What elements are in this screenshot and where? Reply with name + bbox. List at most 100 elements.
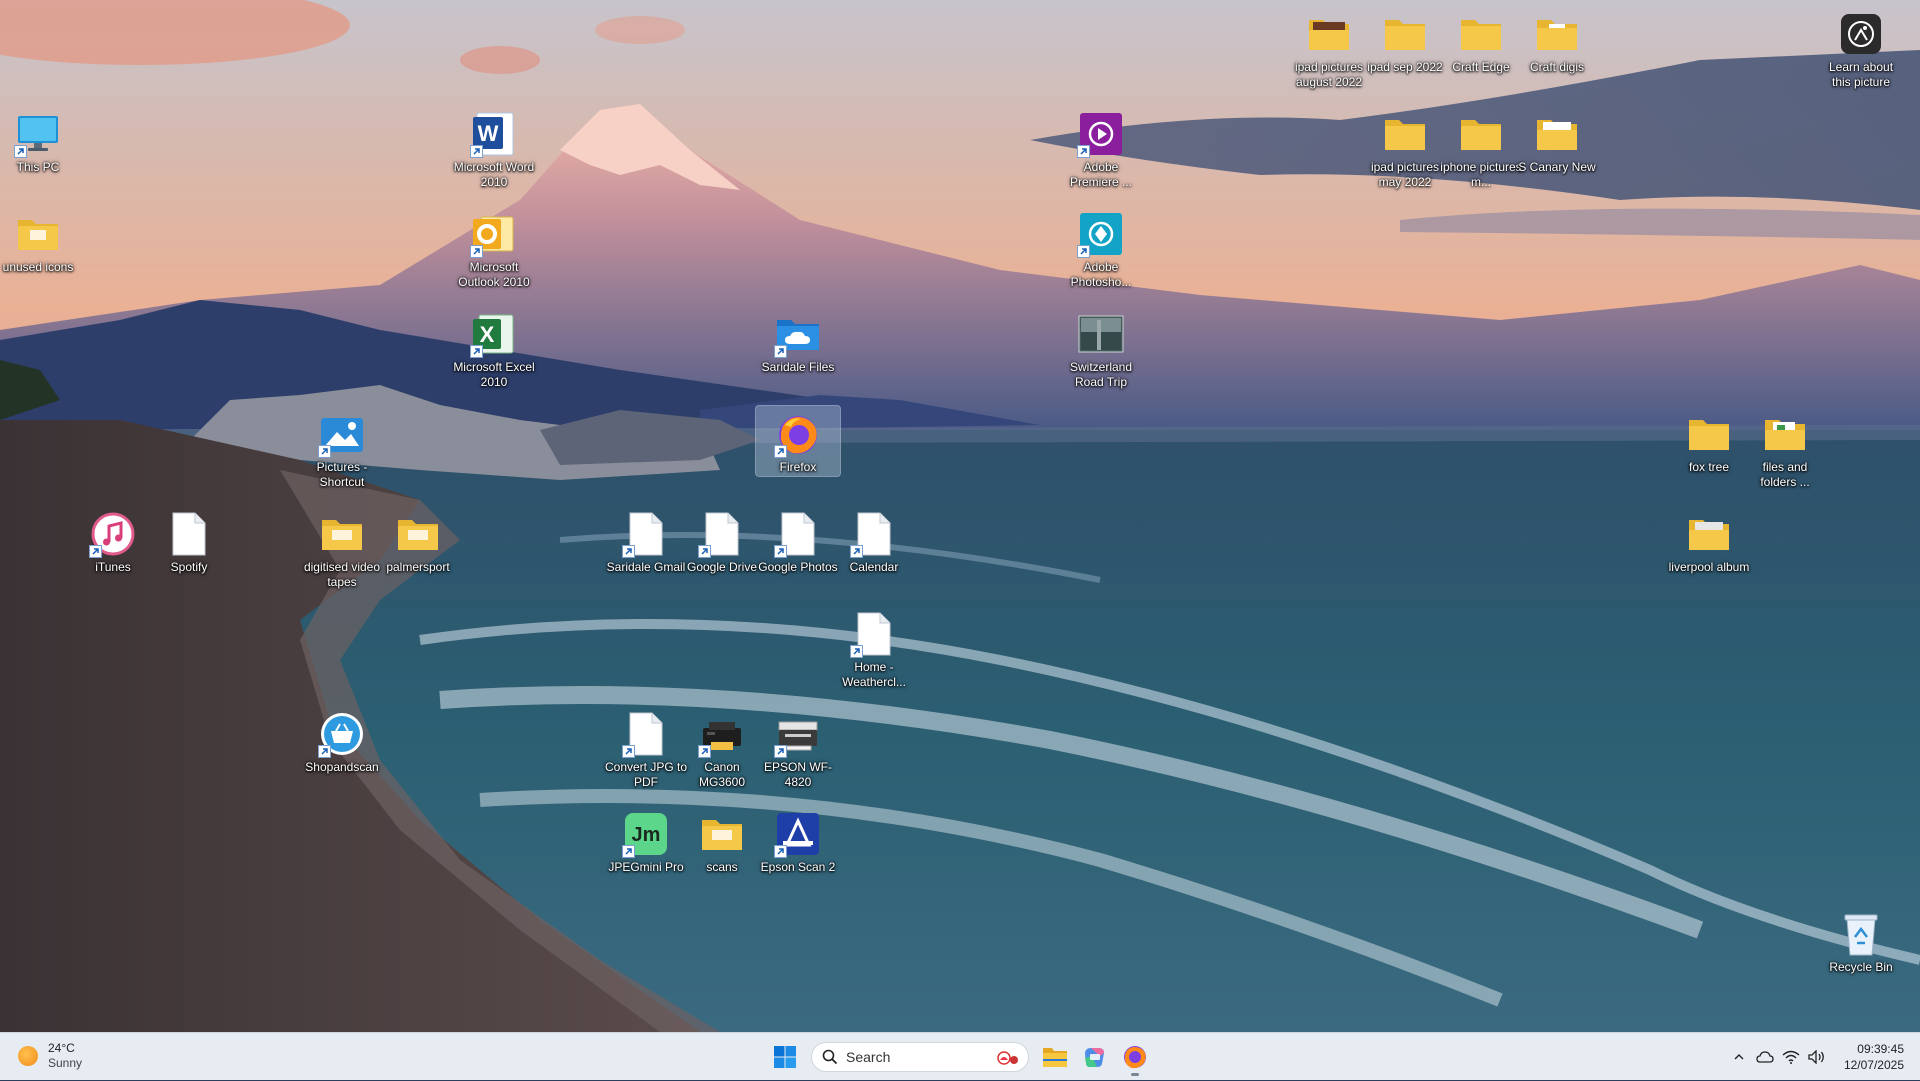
desktop-icon-label: Microsoft Word 2010 bbox=[453, 160, 535, 189]
desktop-icon-learn-picture[interactable]: Learn about this picture bbox=[1819, 6, 1903, 89]
show-hidden-icons-button[interactable] bbox=[1727, 1045, 1751, 1069]
shortcut-arrow-icon bbox=[1077, 245, 1090, 258]
desktop-icon-recycle-bin[interactable]: Recycle Bin bbox=[1819, 906, 1903, 975]
shortcut-arrow-icon bbox=[89, 545, 102, 558]
desktop-icon-label: ipad pictures august 2022 bbox=[1294, 60, 1364, 89]
desktop-icon-calendar[interactable]: Calendar bbox=[832, 506, 916, 575]
desktop-icon-label: scans bbox=[706, 860, 738, 874]
desktop-icon-photoshop[interactable]: Adobe Photosho... bbox=[1059, 206, 1143, 289]
desktop-icon-label: iphone pictures m... bbox=[1440, 160, 1522, 189]
desktop-icon-label: ipad sep 2022 bbox=[1367, 60, 1443, 74]
desktop-icon-google-drive[interactable]: Google Drive bbox=[680, 506, 764, 575]
desktop-icon-premiere[interactable]: Adobe Premiere ... bbox=[1059, 106, 1143, 189]
firefox-icon bbox=[1124, 1046, 1146, 1069]
desktop-icon-scans[interactable]: scans bbox=[680, 806, 764, 875]
desktop-icon-home-weather[interactable]: Home - Weathercl... bbox=[832, 606, 916, 689]
shortcut-arrow-icon bbox=[622, 545, 635, 558]
desktop-icon-fox-tree[interactable]: fox tree bbox=[1667, 406, 1751, 475]
desktop-icon-canon[interactable]: Canon MG3600 bbox=[680, 706, 764, 789]
folder-icon bbox=[1689, 420, 1729, 450]
desktop-icon-label: Microsoft Outlook 2010 bbox=[458, 260, 530, 289]
desktop-icon-label: ipad pictures may 2022 bbox=[1370, 160, 1440, 189]
desktop-icon-s-canary[interactable]: S Canary New bbox=[1515, 106, 1599, 175]
desktop-icon-label: Learn about this picture bbox=[1828, 60, 1894, 89]
desktop-icon-label: Craft Edge bbox=[1452, 60, 1510, 74]
recycle-bin-icon bbox=[1844, 914, 1878, 956]
folder-icon bbox=[1461, 120, 1501, 150]
desktop-icon-liverpool[interactable]: liverpool album bbox=[1667, 506, 1751, 575]
search-icon bbox=[822, 1049, 838, 1065]
desktop-icon-files-folders[interactable]: files and folders ... bbox=[1743, 406, 1827, 489]
desktop-icon-itunes[interactable]: iTunes bbox=[71, 506, 155, 575]
clock-time: 09:39:45 bbox=[1857, 1042, 1904, 1056]
desktop-icon-label: Spotify bbox=[170, 560, 208, 574]
folder-icon bbox=[322, 520, 362, 550]
folder-icon bbox=[1689, 520, 1729, 550]
desktop-icon-word[interactable]: W Microsoft Word 2010 bbox=[452, 106, 536, 189]
file-explorer-icon bbox=[1043, 1048, 1067, 1067]
desktop-wallpaper bbox=[0, 0, 1920, 1032]
clock-date: 12/07/2025 bbox=[1843, 1058, 1904, 1072]
desktop-icon-digitised-video-tapes[interactable]: digitised video tapes bbox=[300, 506, 384, 589]
desktop-icon-label: Craft digis bbox=[1529, 60, 1585, 74]
onedrive-button[interactable] bbox=[1753, 1045, 1777, 1069]
shortcut-arrow-icon bbox=[470, 345, 483, 358]
desktop-icon-convert-jpg[interactable]: Convert JPG to PDF bbox=[604, 706, 688, 789]
desktop-icon-pictures-shortcut[interactable]: Pictures - Shortcut bbox=[300, 406, 384, 489]
desktop-icon-ipad-sep[interactable]: ipad sep 2022 bbox=[1363, 6, 1447, 75]
desktop-icon-craft-edge[interactable]: Craft Edge bbox=[1439, 6, 1523, 75]
desktop-icon-spotify[interactable]: Spotify bbox=[147, 506, 231, 575]
desktop-icon-jpegmini[interactable]: Jm JPEGmini Pro bbox=[604, 806, 688, 875]
desktop-icon-epson-scan[interactable]: Epson Scan 2 bbox=[756, 806, 840, 875]
taskbar: 24°C Sunny Search 09:39:45 12/07/2025 bbox=[0, 1032, 1920, 1080]
desktop-icon-iphone-pics[interactable]: iphone pictures m... bbox=[1439, 106, 1523, 189]
onedrive-icon bbox=[1756, 1051, 1774, 1063]
taskbar-m365-copilot[interactable] bbox=[1075, 1037, 1115, 1077]
desktop-icon-google-photos[interactable]: Google Photos bbox=[756, 506, 840, 575]
desktop-icon-saridale-files[interactable]: Saridale Files bbox=[756, 306, 840, 375]
running-indicator bbox=[1131, 1073, 1139, 1076]
desktop-icon-label: digitised video tapes bbox=[303, 560, 381, 589]
desktop-icon-label: unused icons bbox=[2, 260, 74, 274]
shortcut-arrow-icon bbox=[850, 645, 863, 658]
svg-text:W: W bbox=[478, 121, 499, 146]
desktop-icon-label: Google Photos bbox=[758, 560, 838, 574]
taskbar-search[interactable]: Search bbox=[811, 1042, 1029, 1072]
folder-icon bbox=[1385, 120, 1425, 150]
desktop-icon-palmersport[interactable]: palmersport bbox=[376, 506, 460, 575]
taskbar-firefox[interactable] bbox=[1115, 1037, 1155, 1077]
desktop-icon-craft-digis[interactable]: Craft digis bbox=[1515, 6, 1599, 75]
folder-icon bbox=[18, 220, 58, 250]
desktop-icon-firefox[interactable]: Firefox bbox=[755, 405, 841, 477]
desktop-icon-label: fox tree bbox=[1688, 460, 1730, 474]
desktop-icon-ipad-may[interactable]: ipad pictures may 2022 bbox=[1363, 106, 1447, 189]
desktop-icon-excel[interactable]: X Microsoft Excel 2010 bbox=[452, 306, 536, 389]
start-button[interactable] bbox=[765, 1037, 805, 1077]
desktop-icon-unused-icons[interactable]: unused icons bbox=[0, 206, 80, 275]
volume-button[interactable] bbox=[1805, 1045, 1829, 1069]
desktop-icon-outlook[interactable]: Microsoft Outlook 2010 bbox=[452, 206, 536, 289]
spotlight-camera-icon bbox=[1841, 14, 1881, 54]
desktop-icon-label: Saridale Gmail bbox=[606, 560, 686, 574]
desktop-icon-shopandscan[interactable]: Shopandscan bbox=[300, 706, 384, 775]
desktop-icon-label: liverpool album bbox=[1668, 560, 1750, 574]
taskbar-file-explorer[interactable] bbox=[1035, 1037, 1075, 1077]
desktop-icon-epson-wf[interactable]: EPSON WF-4820 bbox=[756, 706, 840, 789]
network-button[interactable] bbox=[1779, 1045, 1803, 1069]
desktop-icon-label: Shopandscan bbox=[305, 760, 379, 774]
folder-icon bbox=[1309, 20, 1349, 50]
shortcut-arrow-icon bbox=[470, 245, 483, 258]
desktop-icon-saridale-gmail[interactable]: Saridale Gmail bbox=[604, 506, 688, 575]
shortcut-arrow-icon bbox=[622, 745, 635, 758]
search-placeholder: Search bbox=[846, 1049, 891, 1065]
speaker-icon bbox=[1808, 1050, 1824, 1064]
shortcut-arrow-icon bbox=[470, 145, 483, 158]
m365-copilot-icon bbox=[1085, 1048, 1104, 1067]
clock[interactable]: 09:39:45 12/07/2025 bbox=[1844, 1041, 1904, 1073]
desktop-icon-label: Convert JPG to PDF bbox=[604, 760, 688, 789]
desktop-icon-label: Google Drive bbox=[686, 560, 758, 574]
weather-widget[interactable]: 24°C Sunny bbox=[18, 1041, 82, 1071]
desktop-icon-this-pc[interactable]: This PC bbox=[0, 106, 80, 175]
desktop-icon-switzerland[interactable]: Switzerland Road Trip bbox=[1059, 306, 1143, 389]
desktop-icon-ipad-aug[interactable]: ipad pictures august 2022 bbox=[1287, 6, 1371, 89]
